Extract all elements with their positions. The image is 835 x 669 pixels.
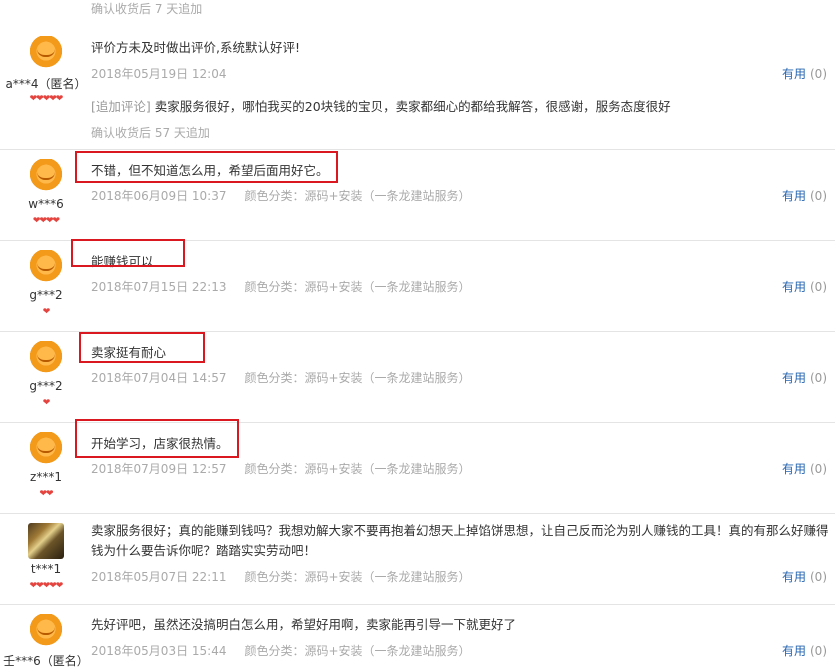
review-text: 卖家服务很好；真的能赚到钱吗？我想劝解大家不要再抱着幻想天上掉馅饼思想，让自己反… [91, 523, 829, 558]
user-avatar[interactable] [28, 36, 64, 72]
review-date: 2018年07月04日 14:57 [91, 371, 227, 385]
helpful-label: 有用 [781, 644, 806, 658]
review-meta: 2018年05月03日 15:44 颜色分类：源码+安装（一条龙建站服务） [91, 642, 471, 659]
review-meta: 2018年06月09日 10:37 颜色分类：源码+安装（一条龙建站服务） [91, 187, 471, 204]
sku-info: 颜色分类：源码+安装（一条龙建站服务） [244, 570, 471, 584]
helpful-label: 有用 [781, 371, 806, 385]
buyer-level-hearts: ❤❤❤❤❤ [29, 94, 64, 104]
review-item-1: a***4（匿名） ❤❤❤❤❤ 评价方未及时做出评价,系统默认好评! 2018年… [0, 24, 835, 150]
review-text: 先好评吧，虽然还没搞明白怎么用，希望好用啊，卖家能再引导一下就更好了 [91, 617, 517, 632]
helpful-label: 有用 [781, 280, 806, 294]
helpful-button[interactable]: 有用 (0) [782, 65, 827, 82]
review-date: 2018年07月15日 22:13 [91, 280, 227, 294]
helpful-button[interactable]: 有用 (0) [782, 278, 827, 295]
user-avatar[interactable] [28, 614, 64, 650]
buyer-level-hearts: ❤ [42, 307, 51, 317]
append-timing: 确认收货后 7 天追加 [91, 2, 203, 16]
helpful-count: (0) [810, 280, 827, 294]
buyer-level-hearts: ❤❤❤❤ [32, 216, 60, 226]
review-item-6: t***1 ❤❤❤❤❤ 卖家服务很好；真的能赚到钱吗？我想劝解大家不要再抱着幻想… [0, 514, 835, 605]
user-name: t***1 [30, 562, 62, 576]
highlight-box [71, 239, 185, 267]
helpful-button[interactable]: 有用 (0) [782, 642, 827, 659]
review-meta: 2018年05月07日 22:11 颜色分类：源码+安装（一条龙建站服务） [91, 568, 471, 585]
buyer-level-hearts: ❤❤ [39, 489, 53, 499]
append-timing: 确认收货后 57 天追加 [91, 126, 210, 140]
buyer-level-hearts: ❤❤❤❤❤ [29, 581, 64, 591]
sku-info: 颜色分类：源码+安装（一条龙建站服务） [244, 189, 471, 203]
sku-info: 颜色分类：源码+安装（一条龙建站服务） [244, 462, 471, 476]
review-item-5: z***1 ❤❤ 开始学习，店家很热情。 2018年07月09日 12:57 颜色… [0, 419, 835, 514]
user-name: z***1 [30, 470, 62, 484]
append-label: [追加评论] [91, 99, 151, 114]
user-avatar[interactable] [28, 523, 64, 559]
user-avatar[interactable] [28, 341, 64, 377]
helpful-label: 有用 [781, 570, 806, 584]
review-text: 评价方未及时做出评价,系统默认好评! [91, 40, 300, 55]
review-meta: 2018年07月09日 12:57 颜色分类：源码+安装（一条龙建站服务） [91, 460, 471, 477]
review-item-2: w***6 ❤❤❤❤ 不错，但不知道怎么用，希望后面用好它。 2018年06月0… [0, 150, 835, 241]
highlight-box [75, 151, 338, 183]
user-name: g***2 [29, 288, 63, 302]
helpful-count: (0) [810, 644, 827, 658]
helpful-count: (0) [810, 371, 827, 385]
append-review: [追加评论] 卖家服务很好，哪怕我买的20块钱的宝贝，卖家都细心的都给我解答，很… [91, 96, 671, 115]
append-text: 卖家服务很好，哪怕我买的20块钱的宝贝，卖家都细心的都给我解答，很感谢，服务态度… [154, 99, 671, 114]
review-date: 2018年07月09日 12:57 [91, 462, 227, 476]
review-date: 2018年05月03日 15:44 [91, 644, 227, 658]
helpful-count: (0) [810, 570, 827, 584]
helpful-count: (0) [810, 67, 827, 81]
review-item-7: 壬***6（匿名） 先好评吧，虽然还没搞明白怎么用，希望好用啊，卖家能再引导一下… [0, 605, 835, 668]
helpful-button[interactable]: 有用 (0) [782, 460, 827, 477]
helpful-count: (0) [810, 189, 827, 203]
user-name: a***4（匿名） [5, 77, 87, 91]
sku-info: 颜色分类：源码+安装（一条龙建站服务） [244, 644, 471, 658]
helpful-label: 有用 [781, 189, 806, 203]
review-meta: 2018年07月04日 14:57 颜色分类：源码+安装（一条龙建站服务） [91, 369, 471, 386]
review-date: 2018年05月07日 22:11 [91, 570, 227, 584]
user-avatar[interactable] [28, 159, 64, 195]
highlight-box [75, 419, 239, 458]
highlight-box [79, 332, 205, 363]
sku-info: 颜色分类：源码+安装（一条龙建站服务） [244, 280, 471, 294]
review-item-3: g***2 ❤ 能赚钱可以 2018年07月15日 22:13 颜色分类：源码+安… [0, 239, 835, 332]
sku-info: 颜色分类：源码+安装（一条龙建站服务） [244, 371, 471, 385]
user-avatar[interactable] [28, 250, 64, 286]
helpful-label: 有用 [781, 67, 806, 81]
helpful-button[interactable]: 有用 (0) [782, 187, 827, 204]
user-name: w***6 [28, 197, 64, 211]
user-name: g***2 [29, 379, 63, 393]
user-avatar[interactable] [28, 432, 64, 468]
helpful-label: 有用 [781, 462, 806, 476]
helpful-button[interactable]: 有用 (0) [782, 568, 827, 585]
review-date: 2018年05月19日 12:04 [91, 67, 227, 81]
review-item-4: g***2 ❤ 卖家挺有耐心 2018年07月04日 14:57 颜色分类：源码+… [0, 332, 835, 423]
helpful-count: (0) [810, 462, 827, 476]
review-meta: 2018年07月15日 22:13 颜色分类：源码+安装（一条龙建站服务） [91, 278, 471, 295]
helpful-button[interactable]: 有用 (0) [782, 369, 827, 386]
review-date: 2018年06月09日 10:37 [91, 189, 227, 203]
review-item-0: 确认收货后 7 天追加 [0, 0, 835, 24]
buyer-level-hearts: ❤ [42, 398, 51, 408]
